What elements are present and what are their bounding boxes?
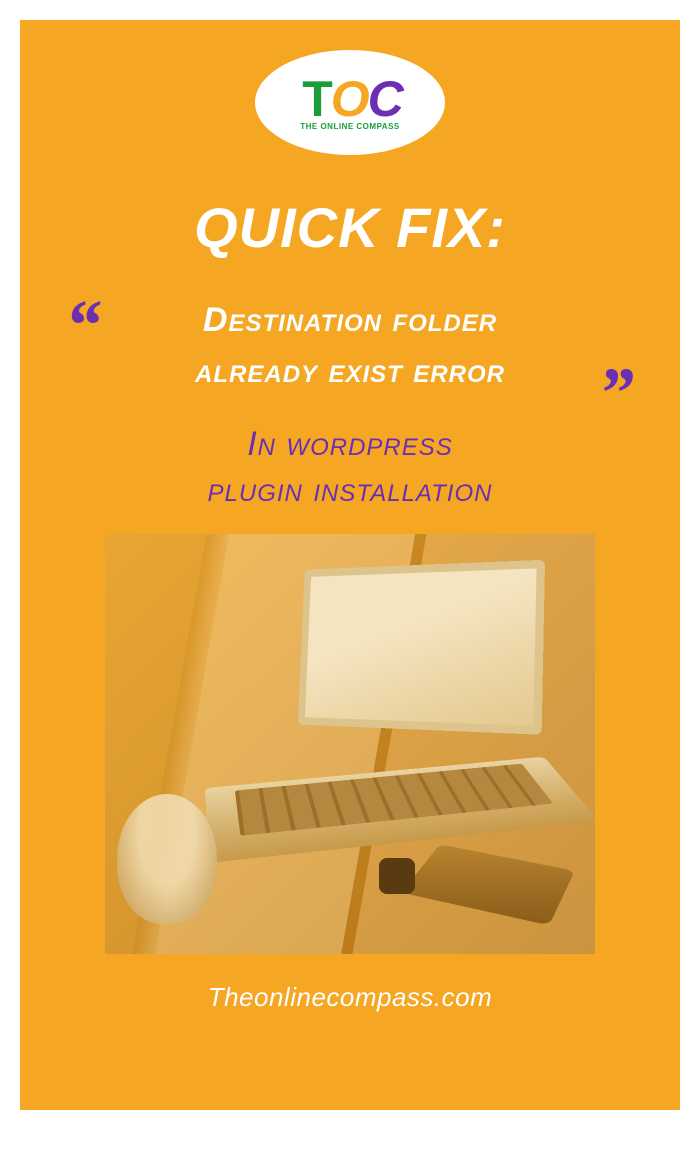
logo-wordmark: TOC: [302, 74, 398, 124]
footer-url: Theonlinecompass.com: [208, 982, 493, 1013]
cup-shape: [117, 794, 217, 924]
subtitle: In wordpress plugin installation: [208, 422, 493, 514]
page-title: QUICK FIX:: [194, 195, 506, 260]
close-quote-icon: ”: [598, 383, 635, 405]
watch-shape: [379, 858, 415, 894]
logo-letter-c: C: [368, 71, 398, 127]
laptop-keyboard-shape: [205, 756, 595, 862]
logo-letter-o: O: [331, 71, 368, 127]
subtitle-line-1: In wordpress: [247, 425, 453, 463]
laptop-screen-shape: [298, 560, 545, 735]
quote-line-2: already exist error: [195, 352, 505, 390]
subtitle-line-2: plugin installation: [208, 471, 493, 509]
error-quote: “ Destination folder already exist error…: [60, 295, 640, 397]
tablet-shape: [401, 844, 575, 925]
open-quote-icon: “: [65, 315, 102, 337]
logo-letter-t: T: [302, 71, 331, 127]
logo-badge: TOC THE ONLINE COMPASS: [255, 50, 445, 155]
logo-tagline: THE ONLINE COMPASS: [300, 122, 400, 131]
quote-line-1: Destination folder: [203, 301, 497, 339]
promo-card: TOC THE ONLINE COMPASS QUICK FIX: “ Dest…: [20, 20, 680, 1110]
hero-image: [105, 534, 595, 954]
